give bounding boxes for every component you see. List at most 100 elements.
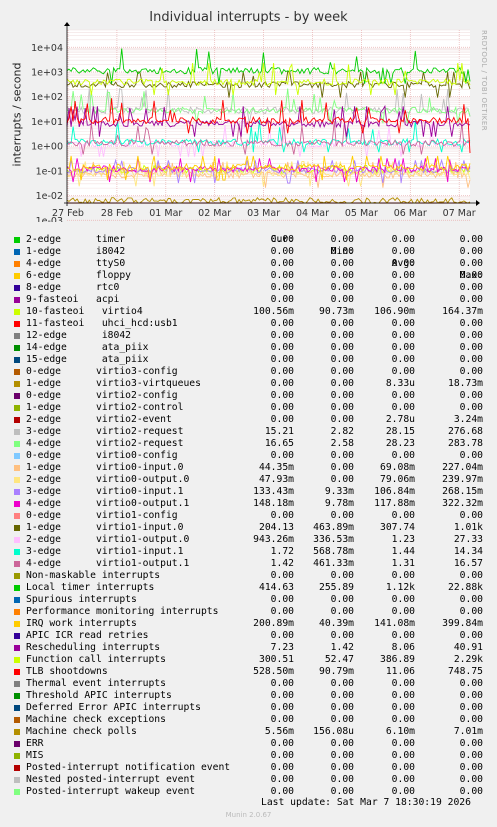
legend-series-name: 10-fasteoi virtio4 [26, 306, 143, 317]
legend-row: 3-edge virtio1-input.1 1.72 568.78m 1.44 14.… [12, 546, 487, 558]
legend-max-value: 0.00 [459, 570, 483, 581]
legend-series-name: Posted-interrupt notification event [26, 762, 231, 773]
legend-avg-value: 0.00 [391, 762, 415, 773]
legend-cur-value: 0.00 [270, 390, 294, 401]
legend-min-value: 0.00 [330, 762, 354, 773]
legend-series-name: Non-maskable interrupts [26, 570, 161, 581]
legend-avg-value: 0.00 [391, 774, 415, 785]
legend-row: Thermal event interrupts 0.00 0.00 0.00 0.00 [12, 678, 487, 690]
legend-min-value: 0.00 [330, 354, 354, 365]
legend-max-value: 283.78 [448, 438, 483, 449]
legend-min-value: 336.53m [313, 534, 354, 545]
legend-swatch [14, 417, 20, 423]
legend-swatch [14, 465, 20, 471]
legend-row: 1-edge virtio0-input.0 44.35m 0.00 69.08m 22… [12, 462, 487, 474]
legend-max-value: 27.33 [453, 534, 483, 545]
legend-row: 15-edge ata_piix 0.00 0.00 0.00 0.00 [12, 354, 487, 366]
legend-min-value: 0.00 [330, 282, 354, 293]
legend-min-value: 2.58 [330, 438, 354, 449]
legend-swatch [14, 741, 20, 747]
legend-row: 0-edge virtio3-config 0.00 0.00 0.00 0.00 [12, 366, 487, 378]
y-tick-label: 1e-01 [36, 166, 63, 177]
legend-avg-value: 69.08m [380, 462, 415, 473]
legend-cur-value: 200.89m [253, 618, 294, 629]
legend-avg-value: 6.10m [385, 726, 415, 737]
legend-avg-value: 141.08m [374, 618, 415, 629]
legend-row: 12-edge i8042 0.00 0.00 0.00 0.00 [12, 330, 487, 342]
legend-swatch [14, 693, 20, 699]
legend-cur-value: 44.35m [259, 462, 294, 473]
legend-avg-value: 0.00 [391, 606, 415, 617]
legend-row: 3-edge virtio0-input.1 133.43m 9.33m 106.84… [12, 486, 487, 498]
legend-min-value: 2.82 [330, 426, 354, 437]
legend-cur-value: 0.00 [270, 246, 294, 257]
legend-max-value: 0.00 [459, 354, 483, 365]
legend-cur-value: 0.00 [270, 690, 294, 701]
legend-avg-value: 1.44 [391, 546, 415, 557]
legend-swatch [14, 429, 20, 435]
legend-min-value: 0.00 [330, 366, 354, 377]
legend-min-value: 0.00 [330, 510, 354, 521]
x-tick-label: 07 Mar [443, 208, 476, 219]
legend-cur-value: 0.00 [270, 750, 294, 761]
legend-cur-value: 7.23 [270, 642, 294, 653]
legend-series-name: 0-edge virtio2-config [26, 390, 178, 401]
legend-max-value: 0.00 [459, 390, 483, 401]
legend-series-name: Local timer interrupts [26, 582, 155, 593]
legend-max-value: 0.00 [459, 402, 483, 413]
legend-min-value: 463.89m [313, 522, 354, 533]
legend-row: Threshold APIC interrupts 0.00 0.00 0.00 0.0… [12, 690, 487, 702]
legend-max-value: 0.00 [459, 270, 483, 281]
legend-max-value: 748.75 [448, 666, 483, 677]
legend-swatch [14, 345, 20, 351]
legend-swatch [14, 789, 20, 795]
legend-cur-value: 0.00 [270, 678, 294, 689]
legend-cur-value: 204.13 [259, 522, 294, 533]
legend-swatch [14, 513, 20, 519]
legend-min-value: 0.00 [330, 390, 354, 401]
legend-cur-value: 0.00 [270, 510, 294, 521]
legend-min-value: 0.00 [330, 270, 354, 281]
legend-max-value: 0.00 [459, 750, 483, 761]
legend-avg-value: 0.00 [391, 354, 415, 365]
legend-avg-value: 0.00 [391, 570, 415, 581]
legend-cur-value: 0.00 [270, 762, 294, 773]
legend-cur-value: 0.00 [270, 354, 294, 365]
x-axis-arrow [476, 200, 480, 206]
legend-series-name: 3-edge virtio2-request [26, 426, 184, 437]
legend-min-value: 90.79m [319, 666, 354, 677]
legend-avg-value: 0.00 [391, 294, 415, 305]
legend-avg-value: 0.00 [391, 390, 415, 401]
legend-swatch [14, 381, 20, 387]
legend-swatch [14, 597, 20, 603]
legend-row: 11-fasteoi uhci_hcd:usb1 0.00 0.00 0.00 0.00 [12, 318, 487, 330]
legend-row: 8-edge rtc0 0.00 0.00 0.00 0.00 [12, 282, 487, 294]
legend-swatch [14, 549, 20, 555]
legend-avg-value: 0.00 [391, 510, 415, 521]
legend-series-name: Thermal event interrupts [26, 678, 166, 689]
legend-cur-value: 1.72 [270, 546, 294, 557]
legend-row: 14-edge ata_piix 0.00 0.00 0.00 0.00 [12, 342, 487, 354]
legend-cur-value: 148.18m [253, 498, 294, 509]
y-tick-label: 1e+00 [31, 142, 63, 153]
x-tick-label: 02 Mar [198, 208, 231, 219]
legend-series-name: APIC ICR read retries [26, 630, 149, 641]
legend-cur-value: 0.00 [270, 774, 294, 785]
legend-cur-value: 0.00 [270, 378, 294, 389]
legend-series-name: 0-edge virtio0-config [26, 450, 178, 461]
y-tick-label: 1e+02 [31, 92, 63, 103]
legend-swatch [14, 273, 20, 279]
legend-row: 4-edge virtio0-output.1 148.18m 9.78m 117.8… [12, 498, 487, 510]
legend-max-value: 3.24m [453, 414, 483, 425]
legend-min-value: 568.78m [313, 546, 354, 557]
legend-series-name: Rescheduling interrupts [26, 642, 161, 653]
legend-cur-value: 0.00 [270, 630, 294, 641]
legend-avg-value: 0.00 [391, 366, 415, 377]
legend-min-value: 1.42 [330, 642, 354, 653]
legend-min-value: 0.00 [330, 678, 354, 689]
legend-min-value: 0.00 [330, 402, 354, 413]
legend-avg-value: 11.06 [385, 666, 415, 677]
legend-max-value: 0.00 [459, 774, 483, 785]
legend-series-name: 1-edge virtio0-input.0 [26, 462, 184, 473]
legend-avg-value: 0.00 [391, 318, 415, 329]
